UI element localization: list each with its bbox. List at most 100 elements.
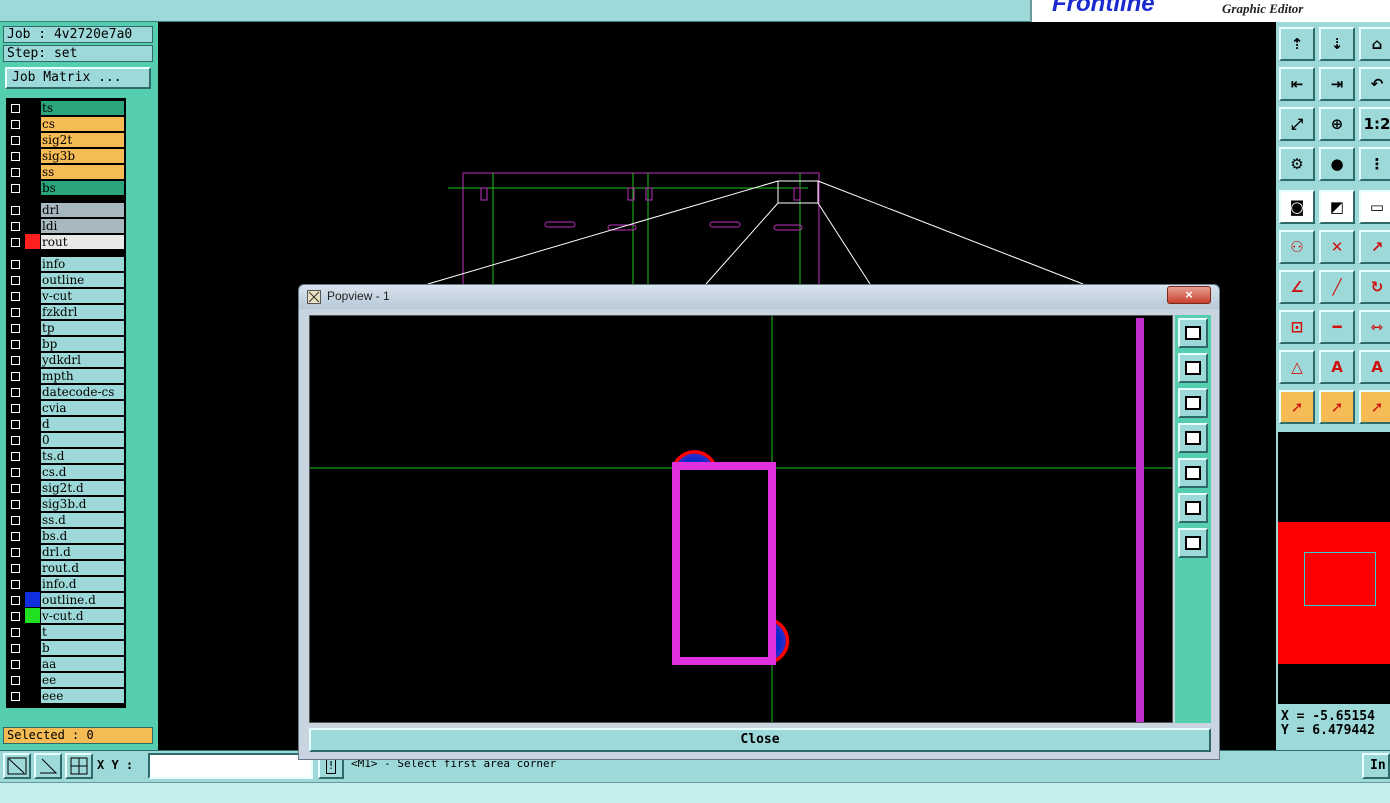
layer-checkbox[interactable] — [8, 546, 24, 559]
layer-row[interactable]: bs.d — [6, 528, 126, 544]
ruler-icon[interactable]: ▭ — [1359, 190, 1390, 224]
layer-checkbox[interactable] — [8, 658, 24, 671]
layer-row[interactable]: cvia — [6, 400, 126, 416]
layer-color-swatch[interactable] — [25, 288, 40, 303]
layer-color-swatch[interactable] — [25, 432, 40, 447]
layer-name[interactable]: d — [41, 417, 124, 431]
layer-row[interactable]: outline — [6, 272, 126, 288]
layer-row[interactable]: sig2t.d — [6, 480, 126, 496]
move-icon[interactable]: ⊡ — [1279, 310, 1315, 344]
layer-name[interactable]: ts.d — [41, 449, 124, 463]
layer-color-swatch[interactable] — [25, 304, 40, 319]
layer-color-swatch[interactable] — [25, 100, 40, 115]
layer-row[interactable]: ydkdrl — [6, 352, 126, 368]
layer-name[interactable]: outline — [41, 273, 124, 287]
grid-icon[interactable] — [65, 753, 93, 779]
layer-name[interactable]: 0 — [41, 433, 124, 447]
layer-color-swatch[interactable] — [25, 148, 40, 163]
layer-row[interactable]: v-cut — [6, 288, 126, 304]
layer-color-swatch[interactable] — [25, 256, 40, 271]
fit-center-icon[interactable] — [1178, 528, 1208, 558]
layer-name[interactable]: v-cut — [41, 289, 124, 303]
pointer-icon[interactable]: ➚ — [1279, 390, 1315, 424]
layer-checkbox[interactable] — [8, 498, 24, 511]
layer-checkbox[interactable] — [8, 166, 24, 179]
layer-color-swatch[interactable] — [25, 448, 40, 463]
layer-checkbox[interactable] — [8, 642, 24, 655]
layer-color-swatch[interactable] — [25, 464, 40, 479]
layer-row[interactable]: d — [6, 416, 126, 432]
layer-color-swatch[interactable] — [25, 202, 40, 217]
layer-color-swatch[interactable] — [25, 272, 40, 287]
layer-checkbox[interactable] — [8, 578, 24, 591]
layer-row[interactable]: ss — [6, 164, 126, 180]
layer-row[interactable]: ss.d — [6, 512, 126, 528]
layer-row[interactable]: ts — [6, 100, 126, 116]
layer-checkbox[interactable] — [8, 386, 24, 399]
layer-color-swatch[interactable] — [25, 560, 40, 575]
job-matrix-button[interactable]: Job Matrix ... — [5, 67, 151, 89]
layer-name[interactable]: ee — [41, 673, 124, 687]
overview-map[interactable] — [1278, 432, 1390, 704]
layer-color-swatch[interactable] — [25, 400, 40, 415]
window-close-button[interactable]: × — [1167, 286, 1211, 304]
layer-checkbox[interactable] — [8, 482, 24, 495]
layer-row[interactable]: sig2t — [6, 132, 126, 148]
layer-checkbox[interactable] — [8, 514, 24, 527]
zoom-bottom-icon[interactable]: ⇣ — [1319, 27, 1355, 61]
layer-checkbox[interactable] — [8, 674, 24, 687]
layer-name[interactable]: datecode-cs — [41, 385, 124, 399]
layer-color-swatch[interactable] — [25, 336, 40, 351]
layer-row[interactable]: bs — [6, 180, 126, 196]
layer-checkbox[interactable] — [8, 402, 24, 415]
layer-row[interactable]: 0 — [6, 432, 126, 448]
layer-checkbox[interactable] — [8, 134, 24, 147]
layer-row[interactable]: rout.d — [6, 560, 126, 576]
layer-name[interactable]: sig3b.d — [41, 497, 124, 511]
layer-color-swatch[interactable] — [25, 368, 40, 383]
feature-select-icon[interactable]: ◙ — [1279, 190, 1315, 224]
angle-icon[interactable]: ∠ — [1279, 270, 1315, 304]
pan-right-icon[interactable]: ⇥ — [1319, 67, 1355, 101]
layer-name[interactable]: bs — [41, 181, 124, 195]
layer-checkbox[interactable] — [8, 290, 24, 303]
resize-icon[interactable]: ⇿ — [1359, 310, 1390, 344]
triangle-icon[interactable]: △ — [1279, 350, 1315, 384]
zoom-top-icon[interactable] — [1178, 353, 1208, 383]
pan-right-icon[interactable] — [1178, 458, 1208, 488]
layer-color-swatch[interactable] — [25, 384, 40, 399]
netlist-icon[interactable]: ⋮ — [1359, 147, 1390, 181]
layer-checkbox[interactable] — [8, 258, 24, 271]
layer-name[interactable]: cvia — [41, 401, 124, 415]
highlight-icon[interactable]: ◩ — [1319, 190, 1355, 224]
layer-row[interactable]: aa — [6, 656, 126, 672]
layer-row[interactable]: info — [6, 256, 126, 272]
layer-row[interactable]: ts.d — [6, 448, 126, 464]
layer-color-swatch[interactable] — [25, 672, 40, 687]
layer-checkbox[interactable] — [8, 418, 24, 431]
layer-color-swatch[interactable] — [25, 528, 40, 543]
layer-name[interactable]: cs — [41, 117, 124, 131]
layer-checkbox[interactable] — [8, 118, 24, 131]
connect-icon[interactable]: ⚇ — [1279, 230, 1315, 264]
measure-tools-icon[interactable]: ⚙ — [1279, 147, 1315, 181]
layer-name[interactable]: b — [41, 641, 124, 655]
layer-color-swatch[interactable] — [25, 688, 40, 703]
layer-checkbox[interactable] — [8, 338, 24, 351]
layer-checkbox[interactable] — [8, 690, 24, 703]
arrow-a-icon[interactable]: A — [1359, 350, 1390, 384]
layer-color-swatch[interactable] — [25, 352, 40, 367]
layer-color-swatch[interactable] — [25, 116, 40, 131]
layer-checkbox[interactable] — [8, 182, 24, 195]
layer-checkbox[interactable] — [8, 150, 24, 163]
layer-row[interactable]: mpth — [6, 368, 126, 384]
layer-checkbox[interactable] — [8, 450, 24, 463]
cut-icon[interactable]: ━ — [1319, 310, 1355, 344]
zoom-top-icon[interactable]: ⇡ — [1279, 27, 1315, 61]
intersect-icon[interactable]: ✕ — [1319, 230, 1355, 264]
layer-row[interactable]: ee — [6, 672, 126, 688]
layer-name[interactable]: sig2t.d — [41, 481, 124, 495]
layer-checkbox[interactable] — [8, 204, 24, 217]
layer-row[interactable]: datecode-cs — [6, 384, 126, 400]
layer-name[interactable]: mpth — [41, 369, 124, 383]
